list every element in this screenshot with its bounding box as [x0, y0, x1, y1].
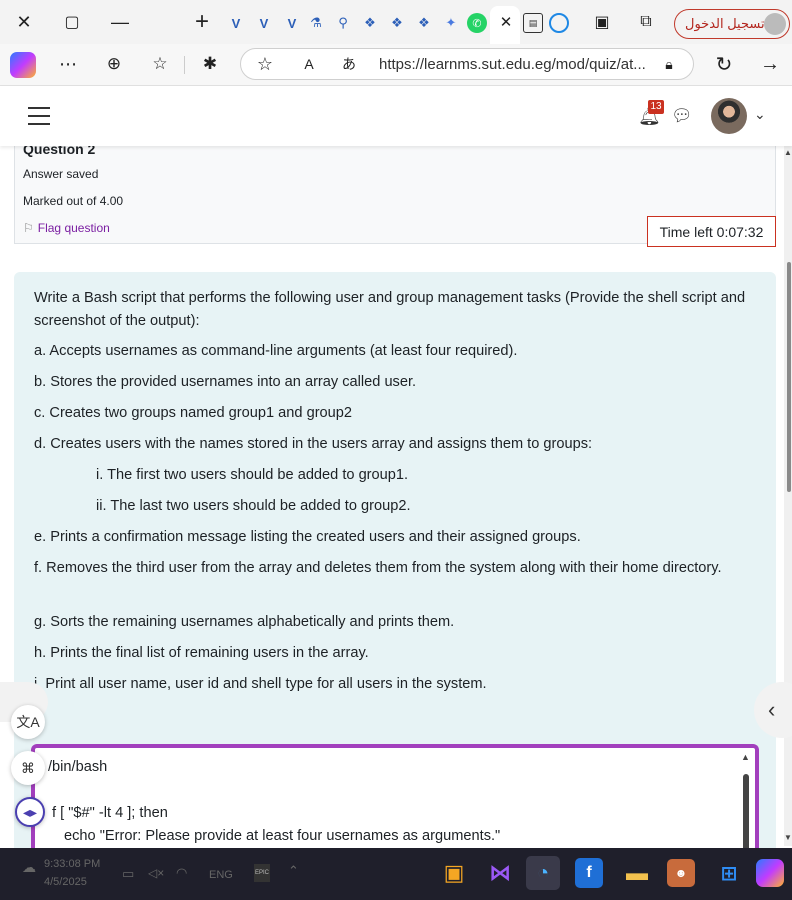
code-line-3[interactable]: echo "Error: Please provide at least fou…	[64, 828, 500, 844]
question-status: Answer saved	[23, 167, 99, 181]
task-subitem: ii. The last two users should be added t…	[96, 498, 411, 514]
tab-v-icon[interactable]: V	[254, 13, 274, 33]
clock-time[interactable]: 9:33:08 PM	[44, 858, 100, 870]
more-options-icon[interactable]: ⋯	[54, 50, 82, 78]
tab-edge-icon[interactable]	[549, 13, 569, 33]
scroll-down-arrow-icon[interactable]: ▼	[784, 833, 792, 842]
volume-icon[interactable]: ◁×	[148, 866, 164, 880]
messages-icon[interactable]: 💬︎	[671, 106, 693, 126]
task-item: a. Accepts usernames as command-line arg…	[34, 343, 518, 359]
read-aloud-icon[interactable]: A	[295, 50, 323, 78]
clock-date[interactable]: 4/5/2025	[44, 876, 87, 888]
tab-copilot-icon[interactable]: ❖	[360, 13, 380, 33]
tab-sparkle-icon[interactable]: ✦	[441, 13, 461, 33]
task-item: e. Prints a confirmation message listing…	[34, 529, 581, 545]
add-tab-group-icon[interactable]: ⊕	[100, 50, 128, 78]
page-scrollbar-thumb[interactable]	[787, 262, 791, 492]
battery-icon[interactable]: ▭	[122, 866, 134, 882]
file-explorer-icon[interactable]: ▬	[620, 856, 654, 890]
task-subitem: i. The first two users should be added t…	[96, 467, 409, 483]
visual-studio-icon[interactable]: ⋈	[483, 856, 517, 890]
tab-v-icon[interactable]: V	[226, 13, 246, 33]
site-lock-icon[interactable]: 🔒︎	[655, 50, 683, 78]
flag-question-link[interactable]: ⚐ Flag question	[23, 221, 110, 235]
close-window-icon[interactable]: ✕	[10, 8, 38, 36]
address-bar[interactable]: ☆ A あ https://learnms.sut.edu.eg/mod/qui…	[240, 48, 694, 80]
tray-chevron-up-icon[interactable]: ⌃	[288, 863, 299, 879]
taskbar-game-icon[interactable]: ☻	[667, 859, 695, 887]
translate-icon[interactable]: あ	[335, 50, 363, 78]
tab-copilot-icon[interactable]: ❖	[414, 13, 434, 33]
forward-icon[interactable]: →	[756, 50, 784, 78]
answer-editor[interactable]: ▲	[31, 744, 759, 864]
tab-app-icon[interactable]: ▤	[523, 13, 543, 33]
wifi-icon[interactable]: ◠	[176, 865, 187, 881]
site-header: 🔔︎ 13 💬︎ ⌄	[0, 86, 792, 146]
favorites-icon[interactable]: ☆	[146, 50, 174, 78]
minimize-window-icon[interactable]: —	[106, 8, 134, 36]
task-item: i. Print all user name, user id and shel…	[34, 676, 487, 692]
task-item: f. Removes the third user from the array…	[34, 560, 722, 576]
task-item: d. Creates users with the names stored i…	[34, 436, 593, 452]
url-text[interactable]: https://learnms.sut.edu.eg/mod/quiz/at..…	[379, 56, 646, 73]
restore-window-icon[interactable]: ▢	[58, 8, 86, 36]
notification-count-badge: 13	[648, 100, 664, 114]
scroll-up-arrow-icon[interactable]: ▲	[784, 148, 792, 157]
assistant-side-icon[interactable]: ◂▸	[15, 797, 45, 827]
task-item: c. Creates two groups named group1 and g…	[34, 405, 353, 421]
question-intro: Write a Bash script that performs the fo…	[34, 290, 746, 329]
code-line-2[interactable]: f [ "$#" -lt 4 ]; then	[52, 805, 168, 821]
browser-toolbar: ⋯ ⊕ ☆ ✱ ☆ A あ https://learnms.sut.edu.eg…	[0, 44, 792, 86]
copilot-taskbar-icon[interactable]	[756, 859, 784, 887]
task-item: h. Prints the final list of remaining us…	[34, 645, 369, 661]
tab-whatsapp-icon[interactable]: ✆	[467, 13, 487, 33]
epic-games-tray-icon[interactable]: EPIC	[254, 864, 270, 882]
refresh-icon[interactable]: ↻	[710, 50, 738, 78]
menu-hamburger-icon[interactable]	[28, 107, 50, 125]
apps-side-icon[interactable]: ⌘	[11, 751, 45, 785]
flag-icon: ⚐	[23, 221, 34, 235]
tab-copilot-icon[interactable]: ❖	[387, 13, 407, 33]
new-tab-icon[interactable]: +	[188, 8, 216, 36]
task-item: b. Stores the provided usernames into an…	[34, 374, 417, 390]
collections-icon[interactable]: ⧉	[632, 8, 660, 36]
tab-actions-icon[interactable]: ▣	[588, 8, 616, 36]
extensions-icon[interactable]: ✱	[196, 50, 224, 78]
tab-search-icon[interactable]: ⚲	[333, 13, 353, 33]
user-menu-chevron-down-icon[interactable]: ⌄	[754, 106, 766, 123]
weather-icon[interactable]: ☁	[22, 859, 36, 876]
microsoft-store-icon[interactable]: ⊞	[712, 856, 746, 890]
flag-question-label: Flag question	[37, 221, 110, 235]
edge-taskbar-icon[interactable]: ◔	[526, 856, 560, 890]
tab-v-icon[interactable]: V	[282, 13, 302, 33]
tab-flask-icon[interactable]: ⚗	[306, 13, 326, 33]
profile-avatar-icon	[764, 13, 786, 35]
signin-button[interactable]: تسجيل الدخول	[674, 9, 790, 39]
code-line-1[interactable]: /bin/bash	[48, 759, 107, 775]
taskbar-f-app-icon[interactable]: f	[575, 858, 603, 888]
taskbar: ☁ 9:33:08 PM 4/5/2025 ▭ ◁× ◠ ENG EPIC ⌃ …	[0, 848, 792, 900]
browser-tab-bar: ✕ ▢ — + V V V ⚗ ⚲ ❖ ❖ ❖ ✦ ✆ ✕ ▤ ▣ ⧉ تسجي…	[0, 0, 792, 44]
user-avatar[interactable]	[711, 98, 747, 134]
taskbar-app-icon[interactable]: ▣	[437, 856, 471, 890]
question-marks: Marked out of 4.00	[23, 194, 124, 208]
quiz-timer: Time left 0:07:32	[647, 216, 776, 247]
language-indicator[interactable]: ENG	[209, 869, 233, 881]
close-tab-icon[interactable]: ✕	[492, 8, 520, 36]
favorite-star-icon[interactable]: ☆	[251, 50, 279, 78]
editor-scrollbar[interactable]: ▲	[741, 752, 751, 862]
copilot-icon[interactable]	[10, 52, 36, 78]
toolbar-divider	[184, 56, 185, 74]
signin-label: تسجيل الدخول	[685, 16, 765, 31]
translate-side-icon[interactable]: 文A	[11, 705, 45, 739]
page-scrollbar[interactable]	[784, 146, 792, 846]
task-item: g. Sorts the remaining usernames alphabe…	[34, 614, 455, 630]
